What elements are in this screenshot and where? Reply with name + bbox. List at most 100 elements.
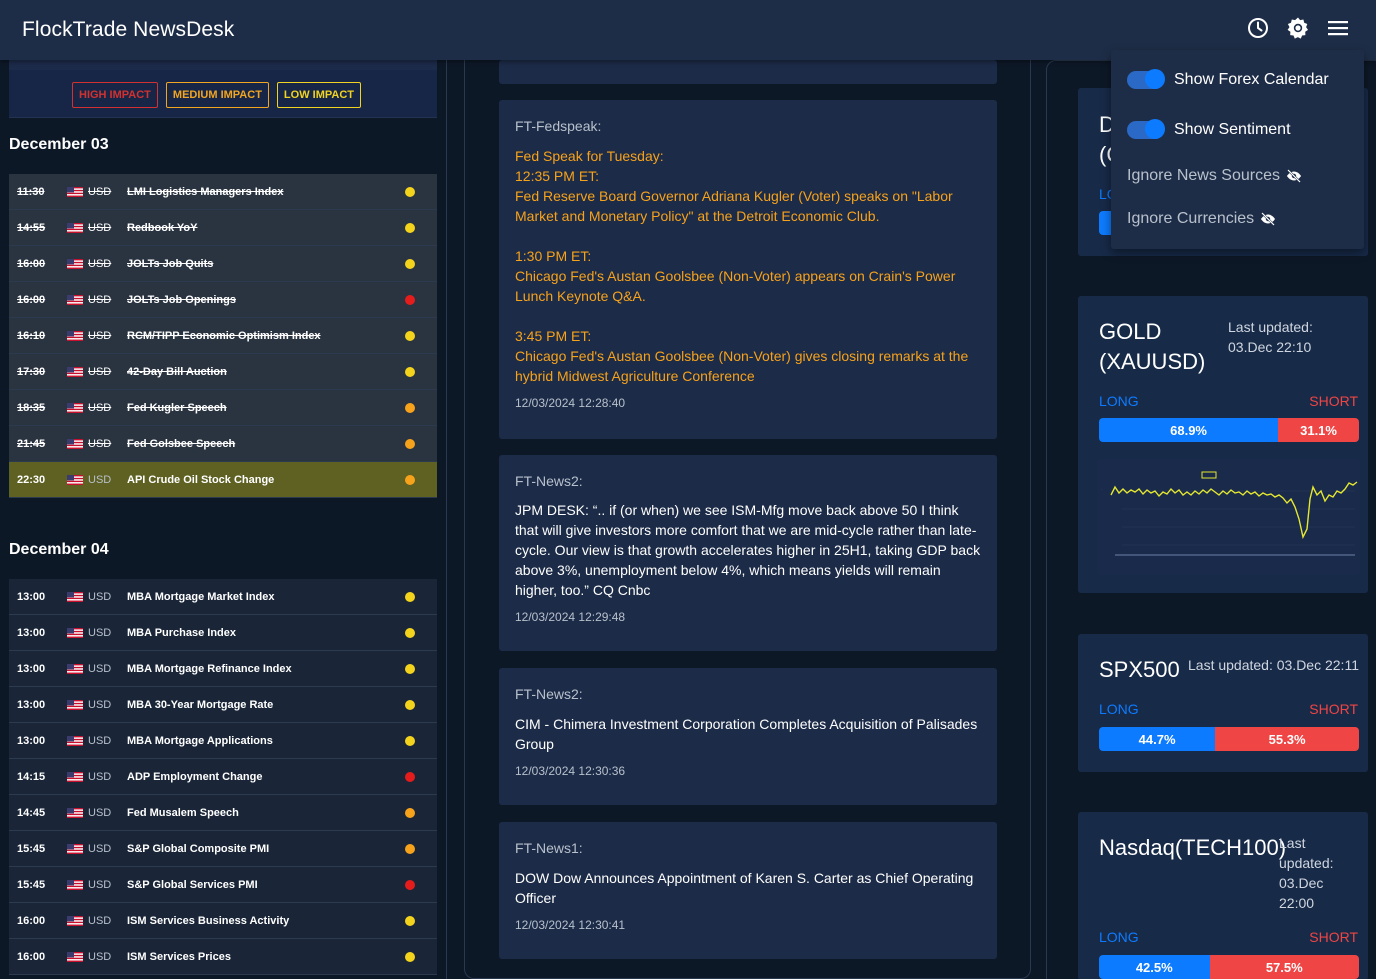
show-sentiment-toggle[interactable]: Show Sentiment xyxy=(1127,119,1291,139)
event-row[interactable]: 15:45 USD S&P Global Services PMI xyxy=(9,867,437,903)
event-name: MBA Mortgage Market Index xyxy=(127,590,275,603)
low-impact-filter[interactable]: LOW IMPACT xyxy=(276,82,361,108)
clipped-row xyxy=(9,60,437,70)
event-currency: USD xyxy=(88,878,112,891)
news-card[interactable]: FT-News2: JPM DESK: “.. if (or when) we … xyxy=(499,455,997,651)
event-name: MBA Mortgage Applications xyxy=(127,734,273,747)
sentiment-card-spx[interactable]: SPX500 Last updated: 03.Dec 22:11 LONG S… xyxy=(1078,634,1368,772)
news-card[interactable]: FT-News2: CIM - Chimera Investment Corpo… xyxy=(499,668,997,805)
event-currency: USD xyxy=(88,473,112,486)
us-flag-icon xyxy=(67,879,83,890)
news-card[interactable]: FT-News1: DOW Dow Announces Appointment … xyxy=(499,822,997,959)
sentiment-card-nasdaq[interactable]: Nasdaq(TECH100) Last updated: 03.Dec 22:… xyxy=(1078,812,1368,979)
event-currency: USD xyxy=(88,806,112,819)
impact-dot xyxy=(405,295,415,305)
event-currency: USD xyxy=(88,437,112,450)
sentiment-history-chart[interactable]: · xyxy=(1097,459,1360,575)
event-name: MBA Mortgage Refinance Index xyxy=(127,662,292,675)
event-row[interactable]: 16:10 USD RCM/TIPP Economic Optimism Index xyxy=(9,318,437,354)
event-row[interactable]: 22:30 USD API Crude Oil Stock Change xyxy=(9,462,437,498)
event-row[interactable]: 16:00 USD JOLTs Job Quits xyxy=(9,246,437,282)
sentiment-card-gold[interactable]: GOLD (XAUUSD) Last updated: 03.Dec 22:10… xyxy=(1078,296,1368,593)
app-title: FlockTrade NewsDesk xyxy=(22,18,235,41)
ignore-currencies-item[interactable]: Ignore Currencies xyxy=(1127,210,1276,228)
event-row[interactable]: 13:00 USD MBA Mortgage Applications xyxy=(9,723,437,759)
event-list: 11:30 USD LMI Logistics Managers Index 14:5… xyxy=(9,174,437,498)
event-row[interactable]: 14:55 USD Redbook YoY xyxy=(9,210,437,246)
event-row[interactable]: 13:00 USD MBA Mortgage Refinance Index xyxy=(9,651,437,687)
day-heading: December 03 xyxy=(9,136,109,153)
medium-impact-filter[interactable]: MEDIUM IMPACT xyxy=(165,82,269,108)
us-flag-icon xyxy=(67,807,83,818)
show-forex-calendar-toggle[interactable]: Show Forex Calendar xyxy=(1127,69,1329,89)
long-bar: 42.5% xyxy=(1099,955,1210,979)
event-currency: USD xyxy=(88,770,112,783)
us-flag-icon xyxy=(67,402,83,413)
short-bar: 57.5% xyxy=(1209,955,1359,979)
event-row[interactable]: 13:00 USD MBA Mortgage Market Index xyxy=(9,579,437,615)
event-row[interactable]: 17:30 USD 42-Day Bill Auction xyxy=(9,354,437,390)
high-impact-filter[interactable]: HIGH IMPACT xyxy=(72,82,158,108)
ignore-news-sources-item[interactable]: Ignore News Sources xyxy=(1127,167,1302,185)
event-name: Fed Musalem Speech xyxy=(127,806,239,819)
us-flag-icon xyxy=(67,699,83,710)
long-label: LONG xyxy=(1099,393,1139,409)
us-flag-icon xyxy=(67,294,83,305)
event-time: 13:00 xyxy=(17,590,46,603)
event-time: 15:45 xyxy=(17,842,46,855)
impact-dot xyxy=(405,916,415,926)
event-time: 16:00 xyxy=(17,914,46,927)
event-name: LMI Logistics Managers Index xyxy=(127,185,284,198)
sentiment-bar: 68.9% 31.1% xyxy=(1099,418,1359,442)
short-label: SHORT xyxy=(1309,393,1358,409)
us-flag-icon xyxy=(67,186,83,197)
event-name: ISM Services Business Activity xyxy=(127,914,290,927)
event-row[interactable]: 11:30 USD LMI Logistics Managers Index xyxy=(9,174,437,210)
event-time: 14:15 xyxy=(17,770,46,783)
us-flag-icon xyxy=(67,735,83,746)
event-row[interactable]: 16:00 USD ISM Services Prices xyxy=(9,939,437,975)
event-currency: USD xyxy=(88,662,112,675)
event-row[interactable]: 21:45 USD Fed Golsbee Speech xyxy=(9,426,437,462)
impact-dot xyxy=(405,592,415,602)
event-currency: USD xyxy=(88,590,112,603)
impact-dot xyxy=(405,844,415,854)
impact-filter-bar: HIGH IMPACT MEDIUM IMPACT LOW IMPACT xyxy=(9,60,437,118)
short-label: SHORT xyxy=(1309,929,1358,945)
event-currency: USD xyxy=(88,185,112,198)
event-name: Fed Golsbee Speech xyxy=(127,437,236,450)
event-row[interactable]: 14:15 USD ADP Employment Change xyxy=(9,759,437,795)
event-name: ADP Employment Change xyxy=(127,770,263,783)
news-body: JPM DESK: “.. if (or when) we see ISM-Mf… xyxy=(515,502,981,598)
sentiment-name: GOLD (XAUUSD) xyxy=(1099,319,1206,374)
event-row[interactable]: 16:00 USD JOLTs Job Openings xyxy=(9,282,437,318)
clock-icon[interactable] xyxy=(1246,16,1270,40)
event-row[interactable]: 13:00 USD MBA 30-Year Mortgage Rate xyxy=(9,687,437,723)
news-body: DOW Dow Announces Appointment of Karen S… xyxy=(515,870,974,906)
toggle-label: Show Forex Calendar xyxy=(1174,71,1329,88)
toggle-switch[interactable] xyxy=(1127,69,1165,89)
event-row[interactable]: 15:45 USD S&P Global Composite PMI xyxy=(9,831,437,867)
event-row[interactable]: 18:35 USD Fed Kugler Speech xyxy=(9,390,437,426)
event-time: 13:00 xyxy=(17,626,46,639)
us-flag-icon xyxy=(67,951,83,962)
last-updated: Last updated: 03.Dec 22:11 xyxy=(1188,657,1359,673)
menu-icon[interactable] xyxy=(1326,16,1350,40)
event-time: 16:00 xyxy=(17,257,46,270)
gear-icon[interactable] xyxy=(1286,16,1310,40)
event-name: 42-Day Bill Auction xyxy=(127,365,227,378)
news-timestamp: 12/03/2024 12:30:36 xyxy=(515,764,626,778)
news-source: FT-News2: xyxy=(515,473,583,489)
toggle-switch[interactable] xyxy=(1127,119,1165,139)
event-row[interactable]: 13:00 USD MBA Purchase Index xyxy=(9,615,437,651)
event-currency: USD xyxy=(88,401,112,414)
event-row[interactable]: 16:00 USD ISM Services Business Activity xyxy=(9,903,437,939)
event-currency: USD xyxy=(88,734,112,747)
event-currency: USD xyxy=(88,329,112,342)
event-row[interactable]: 14:45 USD Fed Musalem Speech xyxy=(9,795,437,831)
news-card[interactable]: FT-Fedspeak: Fed Speak for Tuesday: 12:3… xyxy=(499,100,997,439)
event-name: ISM Services Prices xyxy=(127,950,231,963)
impact-dot xyxy=(405,331,415,341)
us-flag-icon xyxy=(67,915,83,926)
news-source: FT-Fedspeak: xyxy=(515,118,602,134)
